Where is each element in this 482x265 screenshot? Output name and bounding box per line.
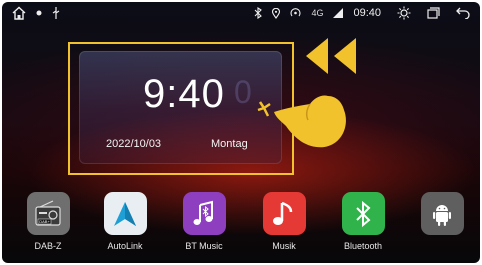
- app-autolink[interactable]: AutoLink: [91, 192, 159, 251]
- swipe-left-arrows-icon: [306, 38, 356, 74]
- autolink-icon: [103, 192, 147, 235]
- app-dock: DAB+ DAB-Z AutoLink BT Music Musik Bluet…: [2, 192, 480, 262]
- bluetooth-status-icon: [254, 7, 263, 19]
- bt-music-icon: [182, 192, 226, 235]
- app-label-autolink: AutoLink: [107, 241, 143, 251]
- app-label-bt-music: BT Music: [185, 241, 223, 251]
- signal-strength-icon: [333, 8, 344, 18]
- recent-apps-icon[interactable]: [427, 7, 440, 19]
- app-bluetooth[interactable]: Bluetooth: [329, 192, 397, 251]
- dab-badge-text: DAB+: [39, 219, 50, 224]
- swipe-hand-icon: [257, 95, 346, 148]
- signal-4g-label: 4G: [311, 8, 324, 18]
- app-label-bluetooth: Bluetooth: [343, 241, 383, 251]
- home-icon[interactable]: [12, 6, 26, 20]
- status-bar-right: 4G 09:40: [254, 6, 470, 20]
- status-time: 09:40: [353, 7, 381, 19]
- app-dab-z[interactable]: DAB+ DAB-Z: [14, 192, 82, 251]
- radio-icon: DAB+: [26, 192, 70, 235]
- app-musik[interactable]: Musik: [250, 192, 318, 251]
- bluetooth-icon: [341, 192, 385, 235]
- hotspot-icon: [290, 8, 301, 18]
- app-android[interactable]: [408, 192, 476, 241]
- music-icon: [262, 192, 306, 235]
- location-icon: [272, 7, 281, 19]
- status-bar-left: [12, 6, 60, 20]
- android-icon: [420, 192, 464, 235]
- app-bt-music[interactable]: BT Music: [170, 192, 238, 251]
- app-label-dab-z: DAB-Z: [34, 241, 62, 251]
- back-icon[interactable]: [456, 7, 470, 19]
- notification-dot-icon: [36, 10, 42, 16]
- device-screen: 4G 09:40 0 9:40 2022/10/03 Montag DAB+ D…: [2, 2, 480, 263]
- usb-icon: [52, 7, 60, 19]
- brightness-icon[interactable]: [397, 6, 411, 20]
- app-label-musik: Musik: [272, 241, 296, 251]
- status-bar: 4G 09:40: [2, 2, 480, 26]
